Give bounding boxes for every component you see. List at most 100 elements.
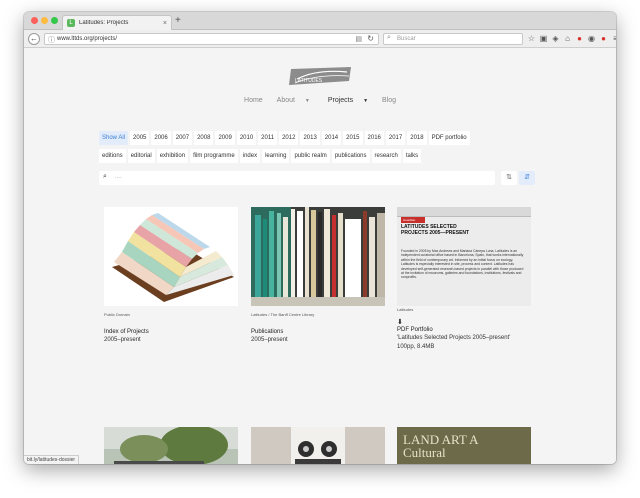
image-caption: Public Domain: [104, 312, 130, 317]
year-filter-2013[interactable]: 2013: [300, 131, 320, 145]
year-filter-2005[interactable]: 2005: [130, 131, 150, 145]
year-filter-2017[interactable]: 2017: [385, 131, 406, 145]
year-filter-2007[interactable]: 2007: [172, 131, 193, 145]
favicon-icon: L: [67, 19, 75, 27]
category-filter-talks[interactable]: talks: [402, 149, 422, 163]
card-thumbnail-outdoor[interactable]: [104, 425, 238, 464]
url-text: www.lttds.org/projects/: [57, 36, 118, 42]
nav-projects-label: Projects: [327, 97, 354, 104]
image-caption: Latitudes / The Banff Centre Library: [251, 312, 315, 317]
pdf-toolbar: [397, 207, 531, 217]
nav-projects[interactable]: Projects ▼: [324, 97, 372, 104]
year-filter-2015[interactable]: 2015: [343, 131, 363, 145]
extension-icon[interactable]: ◉: [587, 33, 596, 44]
category-filter-exhibition[interactable]: exhibition: [156, 149, 189, 163]
project-card-publications[interactable]: Latitudes / The Banff Centre Library Pub…: [251, 207, 385, 344]
tab-close-icon[interactable]: ×: [163, 20, 167, 27]
sort-descending-button[interactable]: ⇵: [519, 171, 535, 185]
card-thumbnail-pdf[interactable]: Guardian LATITUDES SELECTED PROJECTS 200…: [397, 207, 531, 306]
nav-home[interactable]: Home: [244, 97, 263, 104]
category-filter-film-programme[interactable]: film programme: [190, 149, 238, 163]
category-filter-public-realm[interactable]: public realm: [291, 149, 330, 163]
reload-icon[interactable]: ↻: [367, 34, 374, 43]
year-filter-2010[interactable]: 2010: [236, 131, 257, 145]
category-filter-learning[interactable]: learning: [262, 149, 290, 163]
latitudes-logo[interactable]: LATITUDES: [287, 67, 353, 87]
address-bar[interactable]: ⓘ www.lttds.org/projects/ ▤ ↻: [44, 33, 379, 45]
nav-about-label: About: [276, 97, 295, 104]
reader-view-icon[interactable]: ▤: [355, 35, 362, 43]
card-thumbnail-index-cards[interactable]: [104, 207, 238, 306]
back-button[interactable]: ←: [28, 33, 40, 45]
image-caption: Latitudes: [397, 307, 414, 312]
browser-toolbar: ← ⓘ www.lttds.org/projects/ ▤ ↻ ⌕ Buscar…: [24, 30, 616, 48]
year-filter-2014[interactable]: 2014: [321, 131, 342, 145]
card-thumbnail-book-cover[interactable]: LAND ART A Cultural: [397, 427, 531, 464]
search-icon: ⌕: [387, 34, 391, 41]
browser-tab[interactable]: L Latitudes: Projects ×: [62, 15, 172, 30]
category-filter-research[interactable]: research: [371, 149, 401, 163]
tab-title: Latitudes: Projects: [79, 20, 129, 26]
card-thumbnail-reel-player[interactable]: [251, 427, 385, 464]
bookmark-star-icon[interactable]: ☆: [527, 33, 536, 44]
pdf-heading: LATITUDES SELECTED PROJECTS 2005—PRESENT: [401, 224, 470, 236]
project-card-exhibition[interactable]: [104, 425, 238, 464]
pdf-badge: Guardian: [401, 217, 425, 223]
menu-icon[interactable]: ≡: [611, 33, 616, 44]
year-filter-row: Show All 2005 2006 2007 2008 2009 2010 2011 2012…: [99, 131, 519, 145]
year-filter-2008[interactable]: 2008: [194, 131, 214, 145]
home-icon[interactable]: ⌂: [563, 33, 572, 44]
chevron-down-icon: ▼: [363, 98, 369, 104]
card-subtitle: 2005–present: [104, 337, 141, 343]
sort-ascending-button[interactable]: ⇅: [501, 171, 517, 185]
year-filter-2009[interactable]: 2009: [215, 131, 235, 145]
card-filesize: 100pp, 8.4MB: [397, 344, 435, 350]
year-filter-pdf-portfolio[interactable]: PDF portfolio: [428, 131, 470, 145]
category-filter-row: editions editorial exhibition film programm…: [99, 149, 519, 163]
card-subtitle: 'Latitudes Selected Projects 2005–presen…: [397, 335, 511, 341]
category-filter-editions[interactable]: editions: [99, 149, 126, 163]
status-bar: bit.ly/latitudes-dossier: [24, 455, 80, 464]
logo-text: LATITUDES: [295, 78, 323, 84]
nav-about[interactable]: About ▼: [273, 97, 314, 104]
browser-window: L Latitudes: Projects × + ← ⓘ www.lttds.…: [24, 12, 616, 464]
year-filter-2011[interactable]: 2011: [258, 131, 278, 145]
page-content: LATITUDES Home About ▼ Projects ▼ Blog S…: [24, 49, 616, 464]
pinterest-icon[interactable]: ●: [575, 33, 584, 44]
project-card-pdf-portfolio[interactable]: Guardian LATITUDES SELECTED PROJECTS 200…: [397, 207, 531, 351]
year-filter-2016[interactable]: 2016: [364, 131, 384, 145]
site-info-icon[interactable]: ⓘ: [48, 35, 55, 45]
maximize-window-button[interactable]: [51, 17, 58, 24]
card-subtitle: 2005–present: [251, 337, 288, 343]
year-filter-2012[interactable]: 2012: [279, 131, 299, 145]
browser-search-input[interactable]: ⌕ Buscar: [383, 33, 523, 45]
year-filter-2006[interactable]: 2006: [151, 131, 171, 145]
category-filter-publications[interactable]: publications: [331, 149, 370, 163]
pocket-icon[interactable]: ◈: [551, 33, 560, 44]
card-title[interactable]: PDF Portfolio: [397, 327, 531, 333]
main-nav: Home About ▼ Projects ▼ Blog: [24, 97, 616, 104]
clipboard-icon[interactable]: ▣: [539, 33, 548, 44]
project-search-input[interactable]: ⌕ ....: [99, 171, 495, 185]
year-filter-2018[interactable]: 2018: [407, 131, 427, 145]
card-title[interactable]: Index of Projects: [104, 329, 238, 335]
category-filter-editorial[interactable]: editorial: [127, 149, 155, 163]
year-filter-show-all[interactable]: Show All: [99, 131, 129, 145]
minimize-window-button[interactable]: [41, 17, 48, 24]
adblock-icon[interactable]: ●: [599, 33, 608, 44]
card-title[interactable]: Publications: [251, 329, 385, 335]
book-cover-text: LAND ART A Cultural: [403, 432, 478, 460]
close-window-button[interactable]: [31, 17, 38, 24]
new-tab-icon[interactable]: +: [175, 15, 181, 27]
pdf-body-text: Founded in 2005 by Max Andrews and Maria…: [401, 249, 524, 280]
nav-blog[interactable]: Blog: [382, 97, 396, 104]
search-icon: ⌕: [103, 173, 107, 180]
project-card-index[interactable]: Public Domain Index of Projects 2005–pre…: [104, 207, 238, 344]
category-filter-index[interactable]: index: [239, 149, 261, 163]
download-icon[interactable]: ⬇: [397, 318, 531, 326]
card-thumbnail-bookshelf[interactable]: [251, 207, 385, 306]
project-search-placeholder: ....: [115, 174, 122, 180]
toolbar-icons: ☆ ▣ ◈ ⌂ ● ◉ ● ≡: [527, 33, 616, 44]
project-card-land-art[interactable]: LAND ART A Cultural: [397, 427, 531, 464]
project-card-film[interactable]: [251, 427, 385, 464]
